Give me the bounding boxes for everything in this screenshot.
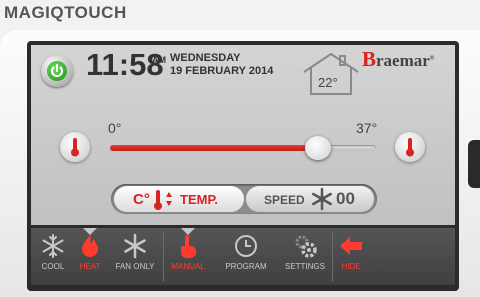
snowflake-icon bbox=[42, 234, 64, 258]
nav-cool[interactable]: COOL bbox=[36, 233, 70, 281]
nav-divider bbox=[163, 232, 164, 282]
temperature-slider-fill bbox=[110, 145, 319, 151]
thermometer-icon bbox=[406, 138, 414, 157]
temp-label: TEMP. bbox=[180, 192, 219, 207]
nav-program[interactable]: PROGRAM bbox=[219, 233, 273, 281]
clock-icon bbox=[235, 235, 257, 257]
slider-min-label: 0° bbox=[108, 120, 122, 136]
braemar-logo: Braemar® bbox=[362, 47, 435, 71]
speed-value: 00 bbox=[336, 189, 355, 208]
thermometer-arrows-icon bbox=[154, 190, 172, 210]
flame-icon bbox=[82, 235, 98, 257]
nav-program-label: PROGRAM bbox=[225, 262, 267, 271]
brand-title: MAGIQTOUCH bbox=[4, 3, 127, 22]
speed-label: SPEED bbox=[264, 193, 305, 207]
nav-heat[interactable]: HEAT bbox=[73, 233, 107, 281]
hand-icon bbox=[181, 235, 196, 258]
fan-icon bbox=[124, 233, 146, 259]
nav-settings-label: SETTINGS bbox=[284, 262, 325, 271]
nav-manual-label: MANUAL bbox=[171, 262, 205, 271]
nav-heat-label: HEAT bbox=[79, 262, 101, 271]
power-icon bbox=[47, 61, 67, 81]
nav-manual[interactable]: MANUAL bbox=[167, 233, 209, 281]
nav-hide[interactable]: HIDE bbox=[336, 233, 366, 281]
room-temperature: 22° bbox=[318, 75, 338, 90]
clock-ampm: AM bbox=[152, 55, 166, 65]
nav-divider bbox=[332, 232, 333, 282]
temp-down-button[interactable] bbox=[60, 132, 90, 162]
side-button[interactable] bbox=[468, 140, 480, 188]
nav-fan-only[interactable]: FAN ONLY bbox=[110, 233, 160, 281]
temperature-slider-track[interactable] bbox=[110, 145, 376, 151]
nav-cool-label: COOL bbox=[41, 262, 65, 271]
fan-icon bbox=[312, 187, 332, 211]
clock-date: 19 FEBRUARY 2014 bbox=[170, 65, 274, 77]
temp-unit: C° bbox=[133, 191, 150, 208]
temp-up-button[interactable] bbox=[395, 132, 425, 162]
nav-fan-only-label: FAN ONLY bbox=[115, 262, 155, 271]
power-button[interactable] bbox=[41, 55, 73, 87]
arrow-left-icon bbox=[340, 237, 362, 255]
nav-hide-label: HIDE bbox=[341, 262, 361, 271]
clock-day: WEDNESDAY bbox=[170, 52, 241, 64]
thermometer-icon bbox=[71, 138, 79, 157]
gear-icon bbox=[295, 235, 317, 258]
clock-time: 11:58 bbox=[86, 47, 164, 82]
slider-max-label: 37° bbox=[356, 120, 378, 136]
nav-settings[interactable]: SETTINGS bbox=[278, 233, 332, 281]
